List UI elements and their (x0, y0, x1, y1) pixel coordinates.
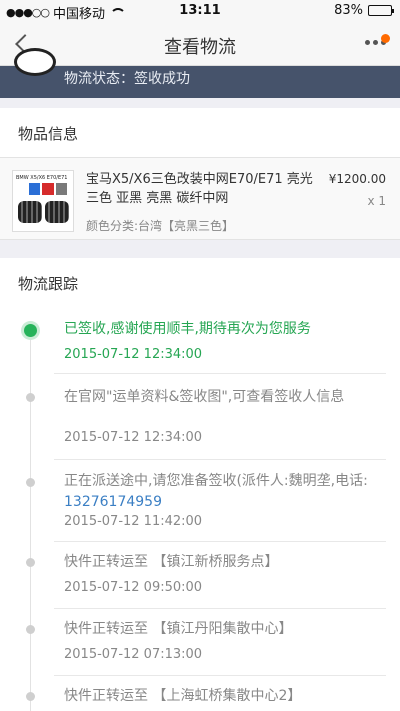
status-bar: ●●●○○ 中国移动 13:11 83% (0, 0, 400, 22)
event-time: 2015-07-12 12:34:00 (64, 347, 203, 362)
event-message: 快件正转运至 【镇江丹阳集散中心】 (64, 621, 293, 637)
navigation-bar: 查看物流 (0, 22, 400, 66)
event-message: 在官网"运单资料&签收图",可查看签收人信息 (64, 389, 345, 405)
goods-section-title: 物品信息 (18, 125, 79, 143)
event-time: 2015-07-12 09:50:00 (64, 580, 203, 595)
tracking-section-title: 物流跟踪 (18, 275, 79, 293)
battery-percent: 83% (334, 3, 363, 18)
notification-badge (381, 34, 390, 43)
event-divider (54, 459, 386, 460)
page-title: 查看物流 (164, 37, 236, 58)
product-item[interactable]: BMW X5/X6 E70/E71 宝马X5/X6三色改装中网E70/E71 亮… (0, 158, 400, 240)
event-time: 2015-07-12 11:42:00 (64, 514, 203, 529)
event-message-text: 正在派送途中,请您准备签收(派件人:魏明垄,电话: (64, 473, 368, 489)
thumbnail-label: BMW X5/X6 E70/E71 (16, 175, 68, 181)
grille-left (18, 201, 42, 223)
event-divider (54, 675, 386, 676)
logistics-status-text: 物流状态：签收成功 (64, 71, 190, 87)
courier-phone-link[interactable]: 13276174959 (64, 494, 162, 510)
event-time: 2015-07-12 12:34:00 (64, 430, 203, 445)
event-divider (54, 608, 386, 609)
timeline-dot-icon (26, 478, 35, 487)
color-stripes (29, 183, 67, 195)
timeline-dot-icon (26, 558, 35, 567)
timeline-line (30, 327, 31, 711)
event-message: 快件正转运至 【镇江新桥服务点】 (64, 554, 279, 570)
event-message: 快件正转运至 【上海虹桥集散中心2】 (64, 688, 302, 704)
carrier-logo (14, 48, 56, 76)
event-divider (54, 541, 386, 542)
logistics-status-banner: 物流状态：签收成功 (0, 48, 400, 98)
goods-section-header: 物品信息 (0, 108, 400, 158)
tracking-timeline: 已签收,感谢使用顺丰,期待再次为您服务 2015-07-12 12:34:00 … (0, 307, 400, 711)
tracking-section-header: 物流跟踪 (0, 258, 400, 308)
timeline-dot-icon (26, 625, 35, 634)
grille-right (45, 201, 69, 223)
timeline-dot-icon (24, 324, 37, 337)
event-divider (54, 373, 386, 374)
product-thumbnail[interactable]: BMW X5/X6 E70/E71 (12, 170, 74, 232)
battery-icon (368, 5, 394, 16)
product-name: 宝马X5/X6三色改装中网E70/E71 亮光三色 亚黑 亮黑 碳纤中网 (86, 172, 313, 206)
product-price: ¥1200.00 (328, 172, 386, 186)
battery-info: 83% (334, 3, 394, 18)
product-quantity: x 1 (367, 194, 386, 208)
product-variant: 颜色分类:台湾【亮黑三色】 (86, 219, 235, 233)
event-time: 2015-07-12 07:13:00 (64, 647, 203, 662)
timeline-dot-icon (26, 692, 35, 701)
event-message: 正在派送途中,请您准备签收(派件人:魏明垄,电话: 13276174959 (64, 471, 386, 513)
timeline-dot-icon (26, 393, 35, 402)
event-message: 已签收,感谢使用顺丰,期待再次为您服务 (64, 321, 311, 337)
